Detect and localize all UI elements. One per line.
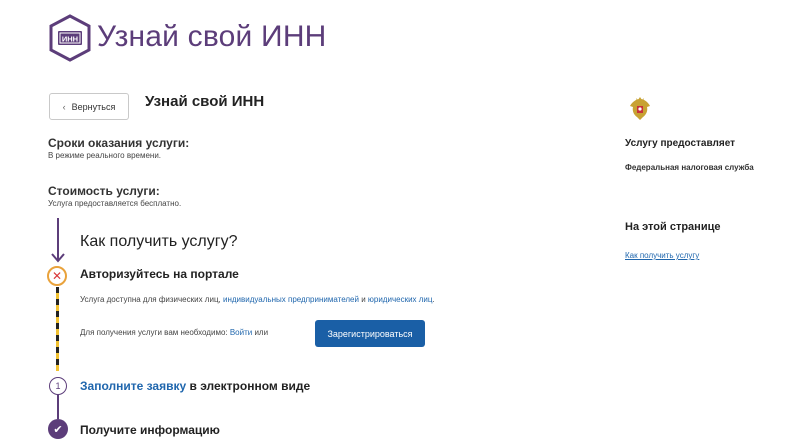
step2-title: Заполните заявку в электронном виде: [80, 379, 310, 393]
cost-label: Стоимость услуги:: [48, 184, 160, 198]
desc-text: Услуга доступна для физических лиц,: [80, 295, 223, 304]
req-mid: или: [252, 328, 269, 337]
chevron-left-icon: ‹: [62, 101, 66, 112]
fill-application-link[interactable]: Заполните заявку: [80, 379, 186, 393]
step-connector: [56, 287, 59, 371]
on-this-page-label: На этой странице: [625, 221, 721, 233]
service-title: Узнай свой ИНН: [145, 93, 265, 110]
back-button-label: Вернуться: [71, 101, 116, 112]
terms-label: Сроки оказания услуги:: [48, 136, 190, 150]
arrow-down-icon: [51, 218, 65, 263]
individual-entrepreneurs-link[interactable]: индивидуальных предпринимателей: [223, 295, 359, 304]
how-to-get-title: Как получить услугу?: [80, 233, 238, 250]
step1-title: Авторизуйтесь на портале: [80, 267, 239, 281]
app-title: Узнай свой ИНН: [97, 20, 327, 53]
step2-title-rest: в электронном виде: [186, 379, 311, 393]
step2-number: 1: [49, 377, 67, 395]
step3-title: Получите информацию: [80, 423, 220, 437]
check-icon: ✔: [48, 419, 68, 439]
login-link[interactable]: Войти: [230, 328, 252, 337]
provider-label: Услугу предоставляет: [625, 138, 736, 149]
back-button[interactable]: ‹ Вернуться: [49, 93, 129, 120]
register-button[interactable]: Зарегистрироваться: [315, 320, 425, 347]
how-to-get-anchor-link[interactable]: Как получить услугу: [625, 251, 699, 260]
russian-emblem-icon: [630, 97, 650, 120]
terms-text: В режиме реального времени.: [48, 151, 162, 160]
step-connector: [57, 395, 59, 419]
legal-entities-link[interactable]: юридических лиц: [368, 295, 433, 304]
requirement-text: Для получения услуги вам необходимо: Вой…: [80, 328, 268, 337]
cost-text: Услуга предоставляется бесплатно.: [48, 199, 182, 208]
auth-required-icon: ✕: [47, 266, 67, 286]
step1-description: Услуга доступна для физических лиц, инди…: [80, 295, 435, 304]
desc-text: .: [432, 295, 435, 304]
provider-name: Федеральная налоговая служба: [625, 163, 754, 172]
inn-logo-icon: ИНН: [49, 14, 91, 62]
req-prefix: Для получения услуги вам необходимо:: [80, 328, 230, 337]
logo-text: ИНН: [62, 35, 78, 44]
desc-text: и: [358, 295, 368, 304]
